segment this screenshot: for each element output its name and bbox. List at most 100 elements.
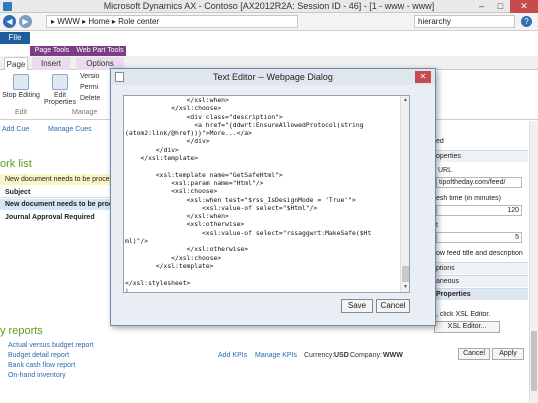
tab-insert[interactable]: Insert xyxy=(32,57,70,70)
code-line[interactable]: <xsl:choose> xyxy=(125,187,401,195)
editor-scrollbar[interactable]: ▲ ▼ xyxy=(400,96,409,292)
work-list-item[interactable]: Journal Approval Required xyxy=(0,212,110,223)
save-button[interactable]: Save xyxy=(341,299,373,313)
dialog-title: Text Editor -- Webpage Dialog xyxy=(213,72,333,82)
cancel-button[interactable]: Cancel xyxy=(376,299,410,313)
url-field[interactable]: tipoftheday.com/feed/ xyxy=(436,177,522,188)
code-line[interactable]: <a href="{ddwrt:EnsureAllowedProtocol(st… xyxy=(125,121,401,129)
stop-editing-button[interactable]: Stop Editing xyxy=(2,74,40,99)
code-line[interactable]: </div> xyxy=(125,146,401,154)
editor-scrollbar-thumb[interactable] xyxy=(402,266,409,282)
xsl-editor-button[interactable]: XSL Editor... xyxy=(434,321,500,333)
code-line[interactable]: </xsl:otherwise> xyxy=(125,245,401,253)
item-count-field[interactable]: 5 xyxy=(436,232,522,243)
currency-value: USD xyxy=(334,352,349,359)
window-title: Microsoft Dynamics AX - Contoso [AX2012R… xyxy=(103,1,435,11)
tab-page[interactable]: Page xyxy=(4,57,28,70)
page-icon xyxy=(115,72,124,82)
page-tools-group: Page Tools xyxy=(30,46,74,56)
tool-pane: ed operties URL tipoftheday.com/feed/ es… xyxy=(430,121,538,403)
back-icon[interactable]: ◀ xyxy=(3,15,16,28)
xsl-properties-section[interactable]: Properties xyxy=(430,288,528,300)
item-count-label: t xyxy=(436,222,438,229)
miscellaneous-section[interactable]: aneous xyxy=(430,275,528,287)
code-line[interactable]: <xsl:template name="GetSafeHtml"> xyxy=(125,171,401,179)
file-tab[interactable]: File xyxy=(0,32,30,44)
group-label-edit: Edit xyxy=(15,109,28,116)
window-controls: – □ ✕ xyxy=(472,0,538,13)
code-line[interactable]: </xsl:choose> xyxy=(125,254,401,262)
breadcrumb[interactable]: ▸ WWW ▸ Home ▸ Role center xyxy=(46,15,298,28)
code-line[interactable]: | xyxy=(125,287,401,292)
properties-section[interactable]: operties xyxy=(430,150,528,162)
tool-pane-cancel-button[interactable]: Cancel xyxy=(458,348,490,360)
work-list-alert[interactable]: New document needs to be processed xyxy=(0,174,110,185)
help-icon[interactable]: ? xyxy=(521,16,532,27)
company-label: Company: xyxy=(350,352,382,359)
code-line[interactable]: (atom2:link/@href))}">More...</a> xyxy=(125,129,401,137)
code-line[interactable]: <xsl:param name="Html"/> xyxy=(125,179,401,187)
versions-button[interactable]: Versio xyxy=(80,73,99,80)
report-link[interactable]: On-hand inventory xyxy=(8,372,66,379)
group-label-manage: Manage xyxy=(72,109,98,116)
stop-editing-icon xyxy=(13,74,29,90)
tool-pane-feed-label: ed xyxy=(436,138,444,145)
page-scrollbar-thumb[interactable] xyxy=(531,331,537,391)
tool-pane-apply-button[interactable]: Apply xyxy=(492,348,524,360)
edit-properties-icon xyxy=(52,74,68,90)
code-line[interactable]: </xsl:when> xyxy=(125,212,401,220)
maximize-button[interactable]: □ xyxy=(491,0,510,13)
manage-kpis-link[interactable]: Manage KPIs xyxy=(255,352,297,359)
code-line[interactable]: </xsl:template> xyxy=(125,154,401,162)
code-line[interactable] xyxy=(125,162,401,170)
work-list-title: ork list xyxy=(0,158,32,170)
window-title-bar: Microsoft Dynamics AX - Contoso [AX2012R… xyxy=(0,0,538,13)
add-kpis-link[interactable]: Add KPIs xyxy=(218,352,247,359)
report-link[interactable]: Budget detail report xyxy=(8,352,69,359)
options-section[interactable]: ptions xyxy=(430,262,528,274)
my-reports-title: y reports xyxy=(0,325,43,337)
page-scrollbar[interactable] xyxy=(529,121,538,403)
code-line[interactable]: <div class="description"> xyxy=(125,113,401,121)
manage-cues-link[interactable]: Manage Cues xyxy=(48,126,92,133)
code-line[interactable]: </xsl:when> xyxy=(125,96,401,104)
currency-label: Currency: xyxy=(304,352,335,359)
close-button[interactable]: ✕ xyxy=(510,0,538,13)
work-list-subject-header[interactable]: Subject xyxy=(0,187,110,198)
web-part-tools-group: Web Part Tools xyxy=(74,46,126,56)
stop-editing-label: Stop Editing xyxy=(2,92,40,99)
dialog-close-button[interactable]: ✕ xyxy=(415,71,431,83)
code-line[interactable]: </xsl:template> xyxy=(125,262,401,270)
permissions-button[interactable]: Permi xyxy=(80,84,98,91)
code-line[interactable]: ml)"/> xyxy=(125,237,401,245)
search-input[interactable]: hierarchy xyxy=(414,15,515,28)
company-value: WWW xyxy=(383,352,403,359)
minimize-button[interactable]: – xyxy=(472,0,491,13)
edit-properties-button[interactable]: Edit Properties xyxy=(44,74,76,106)
scroll-down-icon[interactable]: ▼ xyxy=(402,284,409,291)
work-list-item[interactable]: New document needs to be processed xyxy=(0,199,110,210)
refresh-time-field[interactable]: 120 xyxy=(436,205,522,216)
address-bar: ◀ ▶ ▸ WWW ▸ Home ▸ Role center hierarchy… xyxy=(0,13,538,31)
code-line[interactable]: <xsl:value-of select="rssaggwrt:MakeSafe… xyxy=(125,229,401,237)
xsl-hint: , click XSL Editor. xyxy=(436,311,491,318)
code-line[interactable]: </div> xyxy=(125,137,401,145)
code-line[interactable]: <xsl:otherwise> xyxy=(125,220,401,228)
add-cue-link[interactable]: Add Cue xyxy=(2,126,29,133)
xsl-text-editor[interactable]: </xsl:when> </xsl:choose> <div class="de… xyxy=(123,95,410,293)
code-line[interactable]: <xsl:when test="$rss_IsDesignMode = 'Tru… xyxy=(125,196,401,204)
dialog-title-bar: Text Editor -- Webpage Dialog ✕ xyxy=(111,69,435,85)
report-link[interactable]: Actual versus budget report xyxy=(8,342,94,349)
code-line[interactable]: <xsl:value-of select="$Html"/> xyxy=(125,204,401,212)
show-feed-title-option[interactable]: ow feed title and description xyxy=(430,250,528,257)
code-line[interactable]: </xsl:choose> xyxy=(125,104,401,112)
forward-icon[interactable]: ▶ xyxy=(19,15,32,28)
edit-properties-label: Edit Properties xyxy=(44,92,76,106)
report-link[interactable]: Bank cash flow report xyxy=(8,362,75,369)
code-line[interactable] xyxy=(125,270,401,278)
refresh-time-label: esh time (in minutes) xyxy=(436,195,501,202)
delete-button[interactable]: Delete xyxy=(80,95,100,102)
scroll-up-icon[interactable]: ▲ xyxy=(402,97,409,104)
code-line[interactable]: </xsl:stylesheet> xyxy=(125,279,401,287)
code-content[interactable]: </xsl:when> </xsl:choose> <div class="de… xyxy=(125,96,401,292)
